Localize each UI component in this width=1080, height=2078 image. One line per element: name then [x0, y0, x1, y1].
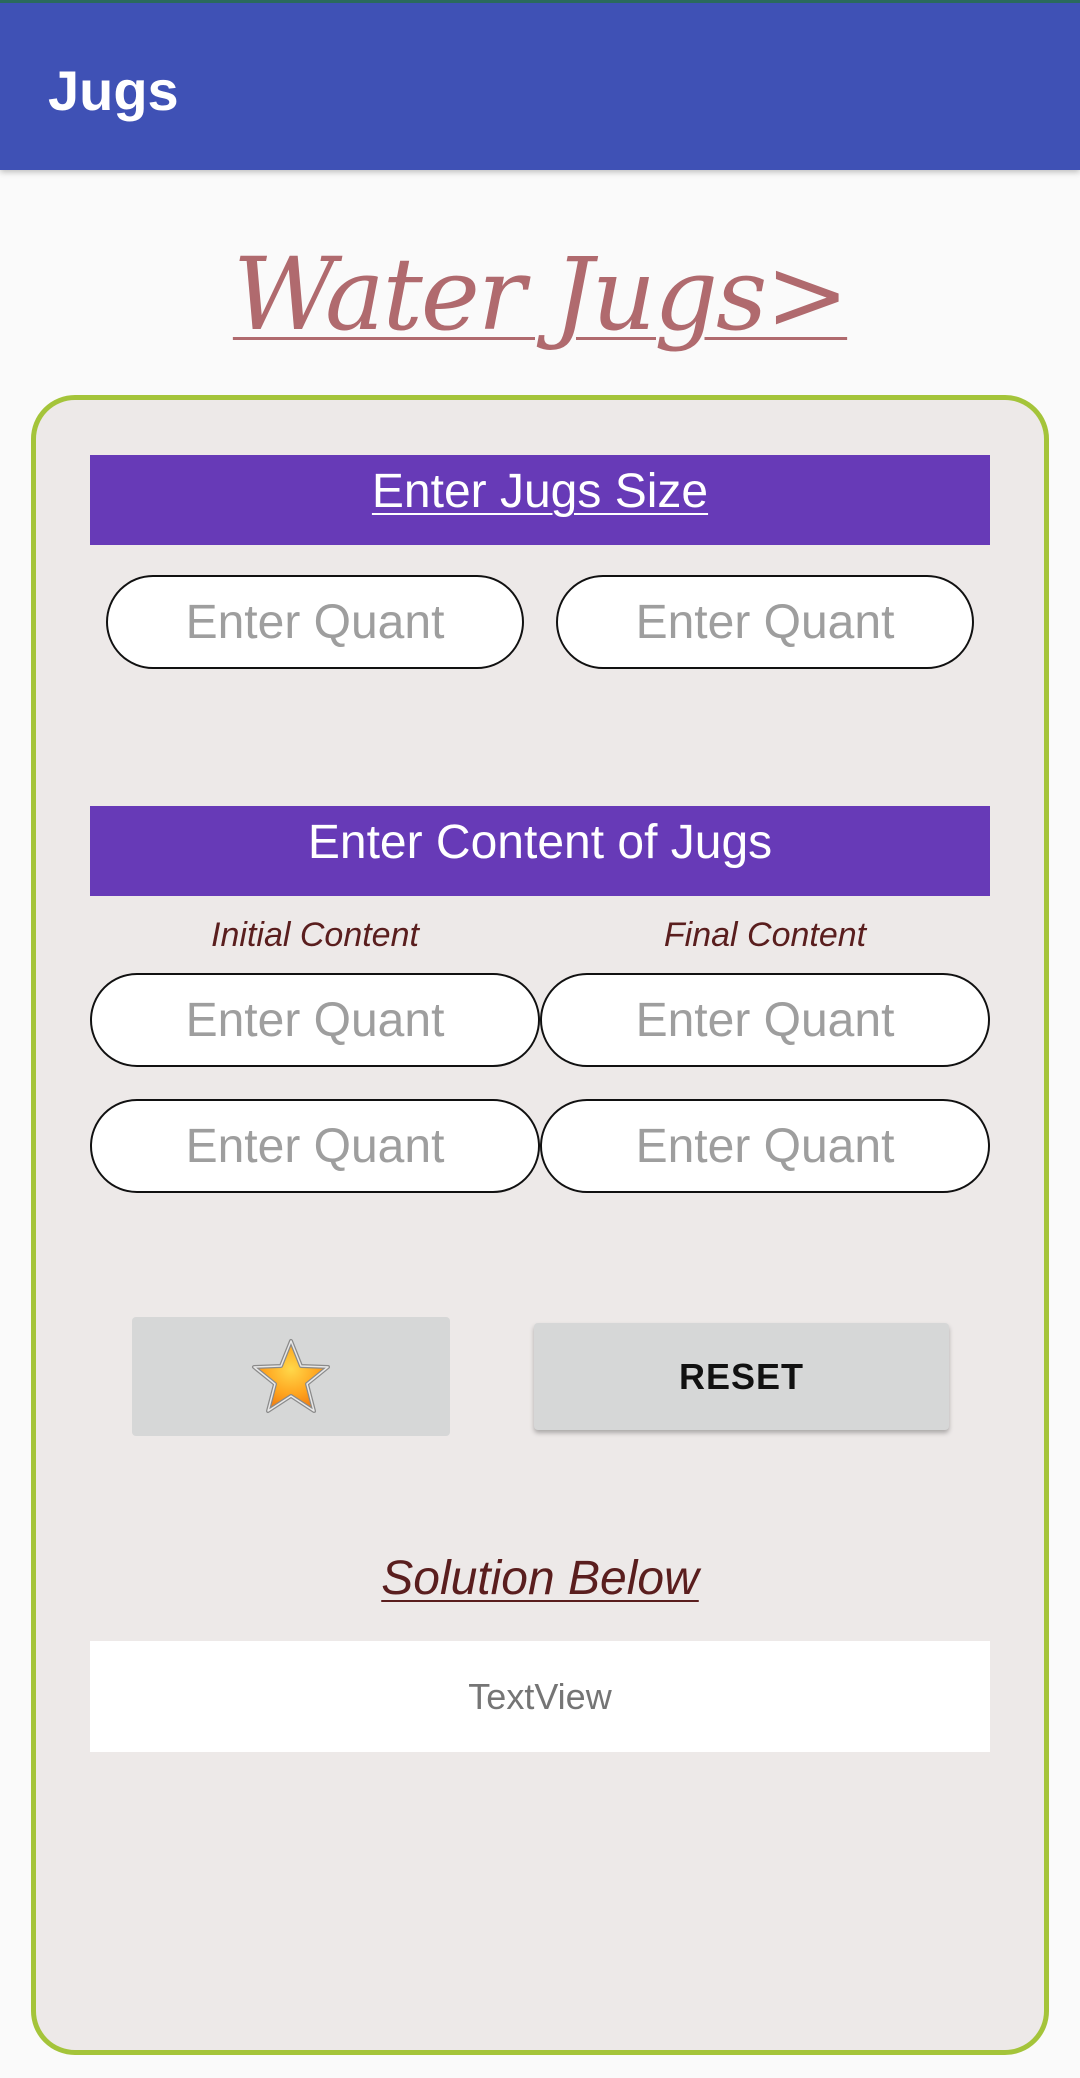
page-title-container: Water Jugs> — [0, 230, 1080, 360]
jug-1-initial-content-input[interactable] — [90, 973, 540, 1067]
content-header: Enter Content of Jugs — [90, 806, 990, 896]
solution-label: Solution Below — [0, 1548, 1080, 1610]
final-content-label: Final Content — [663, 916, 867, 954]
star-icon — [252, 1339, 330, 1413]
solve-star-button[interactable] — [132, 1317, 450, 1436]
reset-button[interactable]: RESET — [534, 1323, 949, 1430]
jug-2-initial-content-input[interactable] — [90, 1099, 540, 1193]
page-title: Water Jugs> — [232, 236, 849, 353]
solution-label-text: Solution Below — [381, 1552, 699, 1605]
app-bar: Jugs — [0, 0, 1080, 170]
jug-size-header: Enter Jugs Size — [90, 455, 990, 545]
content-header-label: Enter Content of Jugs — [307, 816, 773, 869]
solution-output: TextView — [90, 1641, 990, 1752]
initial-content-label: Initial Content — [211, 916, 419, 954]
jug-1-size-input[interactable] — [106, 575, 524, 669]
jug-size-header-label: Enter Jugs Size — [371, 465, 709, 518]
jug-1-final-content-input[interactable] — [540, 973, 990, 1067]
app-title: Jugs — [48, 59, 179, 122]
jug-2-final-content-input[interactable] — [540, 1099, 990, 1193]
jug-2-size-input[interactable] — [556, 575, 974, 669]
